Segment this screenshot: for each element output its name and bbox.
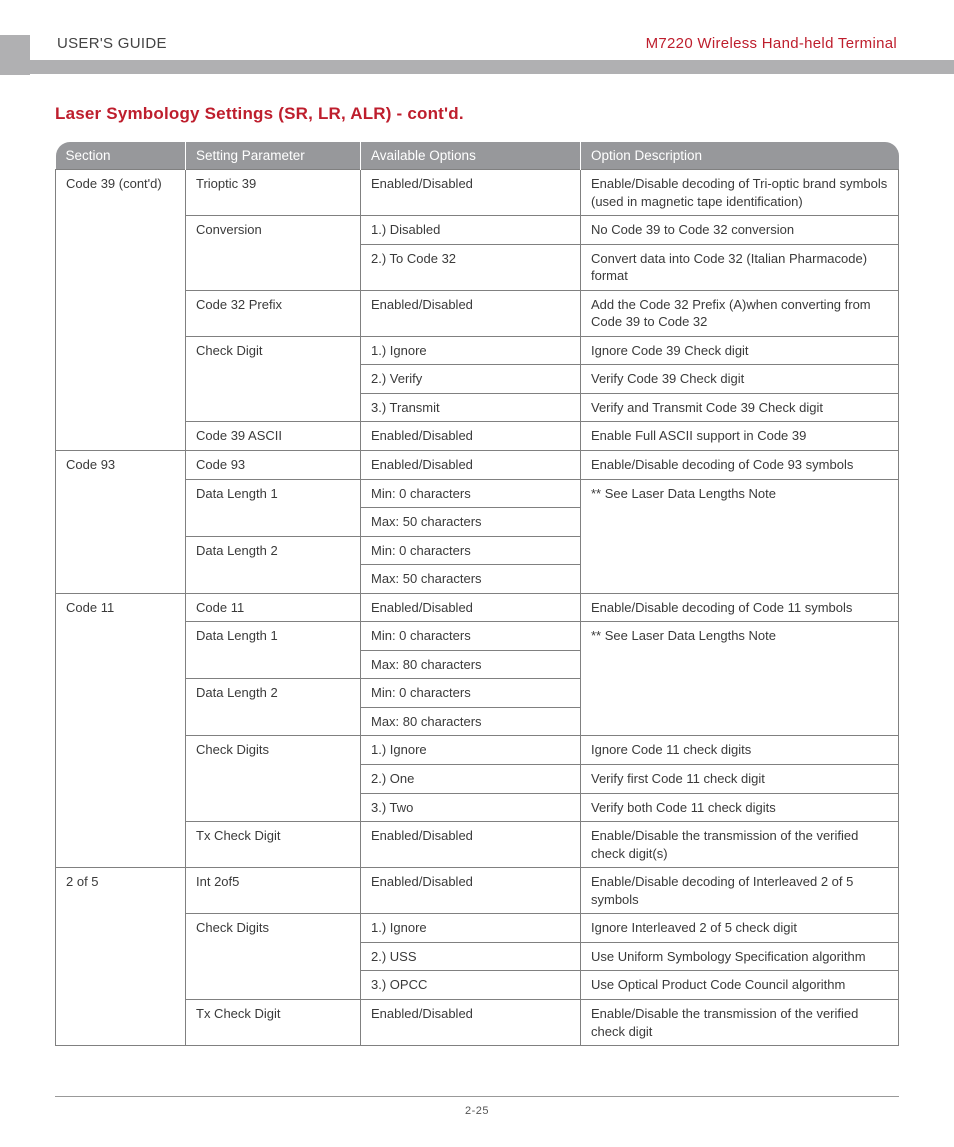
cell-available-option: Enabled/Disabled [361,451,581,480]
cell-setting-parameter: Tx Check Digit [186,999,361,1045]
cell-setting-parameter: Check Digits [186,736,361,822]
cell-option-description: Enable/Disable decoding of Interleaved 2… [581,868,899,914]
table-header-row: Section Setting Parameter Available Opti… [56,142,899,170]
cell-available-option: 1.) Ignore [361,914,581,943]
cell-available-option: Enabled/Disabled [361,593,581,622]
cell-setting-parameter: Trioptic 39 [186,170,361,216]
table-row: Code 39 (cont'd)Trioptic 39Enabled/Disab… [56,170,899,216]
page-header: USER'S GUIDE M7220 Wireless Hand-held Te… [55,35,899,60]
cell-available-option: 2.) Verify [361,365,581,394]
cell-available-option: Enabled/Disabled [361,170,581,216]
cell-option-description: Ignore Interleaved 2 of 5 check digit [581,914,899,943]
cell-setting-parameter: Data Length 1 [186,479,361,536]
cell-option-description: Enable/Disable the transmission of the v… [581,999,899,1045]
cell-option-description: Add the Code 32 Prefix (A)when convertin… [581,290,899,336]
cell-available-option: Min: 0 characters [361,536,581,565]
cell-available-option: 1.) Ignore [361,736,581,765]
cell-option-description: Enable/Disable decoding of Tri-optic bra… [581,170,899,216]
cell-setting-parameter: Data Length 1 [186,622,361,679]
cell-available-option: Max: 80 characters [361,707,581,736]
page-footer: 2-25 [55,1096,899,1117]
header-left: USER'S GUIDE [57,35,167,52]
cell-option-description: ** See Laser Data Lengths Note [581,479,899,593]
cell-option-description: Enable/Disable decoding of Code 93 symbo… [581,451,899,480]
cell-section: Code 11 [56,593,186,867]
cell-option-description: Use Optical Product Code Council algorit… [581,971,899,1000]
cell-available-option: Min: 0 characters [361,679,581,708]
cell-option-description: Ignore Code 39 Check digit [581,336,899,365]
cell-setting-parameter: Check Digits [186,914,361,1000]
cell-available-option: Enabled/Disabled [361,822,581,868]
header-accent-tab [0,35,30,75]
cell-available-option: 3.) Two [361,793,581,822]
cell-setting-parameter: Code 11 [186,593,361,622]
col-header-options: Available Options [361,142,581,170]
cell-section: Code 93 [56,451,186,594]
cell-setting-parameter: Conversion [186,216,361,291]
cell-setting-parameter: Int 2of5 [186,868,361,914]
cell-setting-parameter: Code 93 [186,451,361,480]
cell-option-description: Verify first Code 11 check digit [581,765,899,794]
page-number: 2-25 [465,1105,489,1117]
cell-setting-parameter: Code 39 ASCII [186,422,361,451]
table-body: Code 39 (cont'd)Trioptic 39Enabled/Disab… [56,170,899,1046]
table-row: Code 93Code 93Enabled/DisabledEnable/Dis… [56,451,899,480]
cell-option-description: Convert data into Code 32 (Italian Pharm… [581,244,899,290]
cell-option-description: ** See Laser Data Lengths Note [581,622,899,736]
cell-available-option: Enabled/Disabled [361,868,581,914]
cell-setting-parameter: Check Digit [186,336,361,422]
table-row: 2 of 5Int 2of5Enabled/DisabledEnable/Dis… [56,868,899,914]
cell-option-description: Enable Full ASCII support in Code 39 [581,422,899,451]
col-header-description: Option Description [581,142,899,170]
cell-available-option: Enabled/Disabled [361,999,581,1045]
cell-option-description: Use Uniform Symbology Specification algo… [581,942,899,971]
cell-available-option: Min: 0 characters [361,622,581,651]
cell-available-option: Min: 0 characters [361,479,581,508]
col-header-setting: Setting Parameter [186,142,361,170]
cell-option-description: Verify both Code 11 check digits [581,793,899,822]
cell-available-option: 1.) Ignore [361,336,581,365]
page-title: Laser Symbology Settings (SR, LR, ALR) -… [55,104,899,124]
symbology-settings-table: Section Setting Parameter Available Opti… [55,142,899,1046]
cell-setting-parameter: Code 32 Prefix [186,290,361,336]
cell-option-description: Ignore Code 11 check digits [581,736,899,765]
cell-option-description: Verify and Transmit Code 39 Check digit [581,393,899,422]
cell-available-option: 3.) Transmit [361,393,581,422]
cell-available-option: Max: 50 characters [361,565,581,594]
cell-option-description: Enable/Disable the transmission of the v… [581,822,899,868]
header-grey-bar [0,60,954,74]
cell-section: 2 of 5 [56,868,186,1046]
cell-available-option: 2.) USS [361,942,581,971]
cell-available-option: Max: 50 characters [361,508,581,537]
col-header-section: Section [56,142,186,170]
table-row: Code 11Code 11Enabled/DisabledEnable/Dis… [56,593,899,622]
cell-available-option: 3.) OPCC [361,971,581,1000]
cell-available-option: 2.) To Code 32 [361,244,581,290]
cell-available-option: 2.) One [361,765,581,794]
cell-setting-parameter: Data Length 2 [186,679,361,736]
header-right: M7220 Wireless Hand-held Terminal [646,35,897,52]
cell-available-option: 1.) Disabled [361,216,581,245]
cell-option-description: No Code 39 to Code 32 conversion [581,216,899,245]
cell-available-option: Enabled/Disabled [361,422,581,451]
cell-setting-parameter: Tx Check Digit [186,822,361,868]
cell-setting-parameter: Data Length 2 [186,536,361,593]
cell-available-option: Enabled/Disabled [361,290,581,336]
document-page: USER'S GUIDE M7220 Wireless Hand-held Te… [0,0,954,1147]
cell-option-description: Enable/Disable decoding of Code 11 symbo… [581,593,899,622]
cell-section: Code 39 (cont'd) [56,170,186,451]
cell-option-description: Verify Code 39 Check digit [581,365,899,394]
cell-available-option: Max: 80 characters [361,650,581,679]
